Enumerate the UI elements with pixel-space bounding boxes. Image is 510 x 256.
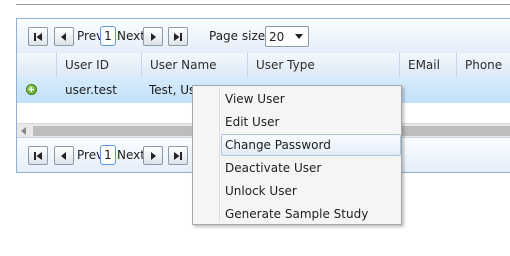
divider [16,4,510,5]
chevron-down-icon [295,34,303,39]
last-page-icon [174,32,182,41]
first-page-icon [34,32,42,41]
prev-page-icon [61,32,66,41]
menu-item-edit-user[interactable]: Edit User [221,111,401,133]
first-page-button[interactable] [28,27,48,46]
next-label[interactable]: Next [117,28,145,44]
menu-item-change-password[interactable]: Change Password [221,134,401,156]
column-header-user-id[interactable]: User ID [56,53,141,77]
prev-page-icon [61,151,66,160]
page-size-label: Page size: [209,29,270,43]
column-header-user-type[interactable]: User Type [247,53,399,77]
page-size-select[interactable]: 20 [265,26,309,47]
menu-item-deactivate-user[interactable]: Deactivate User [221,157,401,179]
scroll-left-icon[interactable] [21,127,26,135]
next-page-icon [151,151,156,160]
expand-row-icon[interactable] [26,84,37,95]
column-header-email[interactable]: EMail [399,53,456,77]
page-size-value: 20 [269,30,285,44]
prev-page-button[interactable] [54,27,74,46]
first-page-button[interactable] [28,146,48,165]
cell-user-id: user.test [65,83,117,97]
next-label[interactable]: Next [117,147,145,163]
page-number-input[interactable]: 1 [100,145,116,165]
menu-item-unlock-user[interactable]: Unlock User [221,180,401,202]
column-header-user-name[interactable]: User Name [141,53,247,77]
menu-item-generate-sample-study[interactable]: Generate Sample Study [221,203,401,225]
pager-top: Prev 1 Next Page size: 20 [17,19,510,54]
column-header-phone[interactable]: Phone [456,53,510,77]
last-page-button[interactable] [168,146,188,165]
last-page-button[interactable] [168,27,188,46]
next-page-icon [151,32,156,41]
next-page-button[interactable] [143,27,163,46]
last-page-icon [174,151,182,160]
menu-divider [219,88,220,222]
prev-page-button[interactable] [54,146,74,165]
next-page-button[interactable] [143,146,163,165]
page-number-input[interactable]: 1 [100,26,116,46]
grid-header: User ID User Name User Type EMail Phone [17,53,510,78]
menu-item-view-user[interactable]: View User [221,88,401,110]
first-page-icon [34,151,42,160]
context-menu: View User Edit User Change Password Deac… [192,85,402,225]
